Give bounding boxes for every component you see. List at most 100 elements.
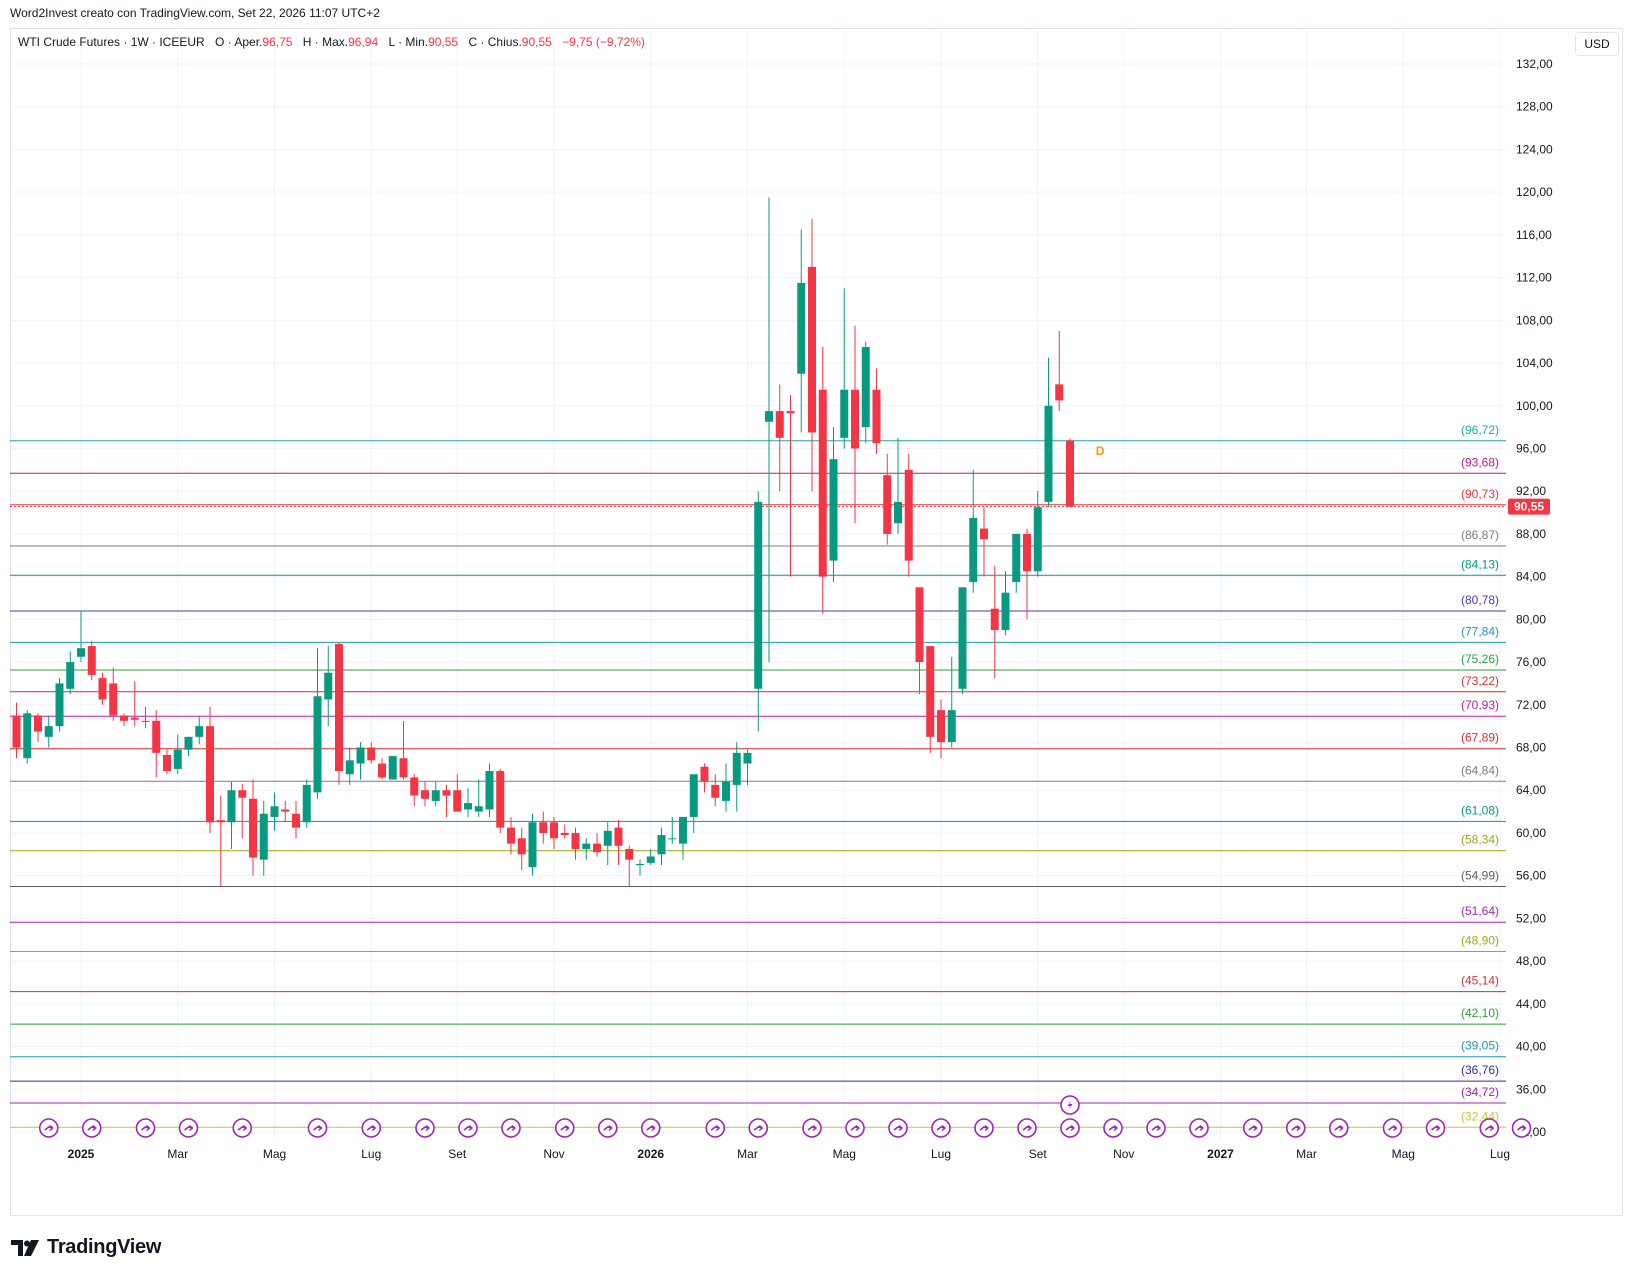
price-axis-label: 100,00 — [1516, 399, 1553, 413]
event-marker-icon[interactable] — [845, 1118, 865, 1138]
level-label: (80,78) — [1461, 593, 1499, 607]
price-axis-label: 104,00 — [1516, 356, 1553, 370]
event-marker-icon[interactable] — [1017, 1118, 1037, 1138]
event-marker-icon[interactable] — [1060, 1118, 1080, 1138]
tradingview-logo[interactable]: TradingView — [11, 1236, 161, 1259]
event-marker-icon[interactable] — [1479, 1118, 1500, 1138]
event-marker-icon[interactable] — [135, 1118, 156, 1138]
event-marker-icon[interactable] — [1146, 1118, 1166, 1138]
event-marker-icon[interactable] — [415, 1118, 435, 1138]
candle-body — [990, 608, 999, 631]
currency-button[interactable]: USD — [1575, 32, 1619, 56]
legend-change: −9,75 (−9,72%) — [562, 35, 645, 49]
event-marker-icon[interactable] — [705, 1118, 726, 1138]
legend-open-value: 96,75 — [262, 35, 293, 49]
event-marker-icon[interactable] — [931, 1118, 951, 1138]
lightning-event-icon[interactable] — [1060, 1095, 1080, 1115]
candle-body — [786, 411, 795, 414]
candle-body — [603, 830, 612, 846]
event-marker-icon[interactable] — [1285, 1118, 1306, 1138]
candlestick-chart[interactable]: (96,72) (93,68) (90,73) (86,87) (84,13) (80,7… — [0, 0, 1633, 1276]
candle-body — [238, 790, 247, 798]
candle-body — [829, 459, 838, 561]
time-axis-label: Mag — [263, 1147, 286, 1161]
candle-body — [206, 726, 214, 823]
candle-body — [66, 662, 75, 689]
candle-body — [227, 790, 236, 823]
event-marker-icon[interactable] — [554, 1118, 575, 1138]
candle-body — [324, 672, 333, 700]
price-axis-label: 112,00 — [1516, 271, 1552, 285]
time-axis-label: 2026 — [637, 1147, 664, 1161]
candle-body — [797, 282, 806, 374]
event-marker-icon[interactable] — [888, 1118, 908, 1138]
event-marker-icon[interactable] — [597, 1118, 618, 1138]
event-marker-icon[interactable] — [81, 1118, 102, 1138]
time-axis-label: Mar — [167, 1147, 188, 1161]
event-marker-icon[interactable] — [458, 1118, 478, 1138]
event-marker-icon[interactable] — [1425, 1118, 1446, 1138]
event-marker-icon[interactable] — [361, 1118, 382, 1138]
candle-body — [1001, 592, 1010, 631]
time-axis-label: 2027 — [1207, 1147, 1234, 1161]
event-marker-icon[interactable] — [178, 1118, 199, 1138]
candle-body — [528, 822, 537, 868]
candle-body — [969, 517, 978, 582]
price-axis-label: 76,00 — [1516, 655, 1546, 669]
event-marker-icon[interactable] — [1511, 1118, 1532, 1138]
event-marker-icon[interactable] — [1242, 1118, 1263, 1138]
candle-body — [292, 813, 300, 828]
candle-body — [743, 752, 752, 764]
event-marker-icon[interactable] — [501, 1118, 521, 1138]
candle-body — [281, 809, 290, 812]
candle-body — [840, 389, 849, 438]
level-label: (93,68) — [1461, 455, 1499, 469]
event-marker-icon[interactable] — [748, 1118, 769, 1138]
legend-high-label: H · Max. — [302, 35, 349, 49]
candle-body — [754, 501, 763, 689]
candle-body — [12, 715, 21, 748]
time-axis-label: Nov — [543, 1147, 564, 1161]
candle-body — [894, 501, 902, 524]
candle-body — [571, 832, 580, 849]
candle-body — [947, 710, 956, 743]
legend-close-value: 90,55 — [521, 35, 552, 49]
event-marker-icon[interactable] — [38, 1118, 59, 1138]
level-label: (42,10) — [1461, 1006, 1499, 1020]
candle-body — [1044, 405, 1053, 502]
candle-body — [1066, 440, 1074, 507]
candle-body — [1055, 384, 1064, 401]
time-axis-label: Mar — [1296, 1147, 1317, 1161]
event-marker-icon[interactable] — [802, 1118, 822, 1138]
time-axis-label: Mag — [1392, 1147, 1415, 1161]
candle-body — [399, 758, 408, 778]
event-marker-icon[interactable] — [1103, 1118, 1123, 1138]
event-marker-icon[interactable] — [1328, 1118, 1349, 1138]
candle-body — [130, 717, 139, 720]
price-axis-label: 124,00 — [1516, 142, 1553, 156]
price-axis-label: 56,00 — [1516, 869, 1546, 883]
price-axis-label: 88,00 — [1516, 527, 1546, 541]
symbol-legend: WTI Crude Futures · 1W · ICEEUR O · Aper… — [18, 35, 645, 49]
candle-body — [109, 683, 118, 716]
candle-body — [700, 766, 709, 782]
candle-body — [926, 646, 935, 737]
level-label: (64,84) — [1461, 763, 1499, 777]
candle-body — [173, 749, 182, 769]
price-axis: 32,0036,0040,0044,0048,0052,0056,0060,00… — [1508, 57, 1553, 1139]
event-marker-icon[interactable] — [640, 1118, 661, 1138]
event-marker-icon[interactable] — [1189, 1118, 1209, 1138]
candle-body — [980, 528, 988, 540]
candle-body — [249, 798, 257, 858]
time-axis-label: Lug — [1490, 1147, 1510, 1161]
candle-body — [421, 790, 429, 799]
price-axis-label: 68,00 — [1516, 741, 1546, 755]
event-marker-icon[interactable] — [232, 1118, 253, 1138]
event-marker-icon[interactable] — [307, 1118, 328, 1138]
candle-body — [593, 843, 601, 853]
event-marker-icon[interactable] — [1382, 1118, 1403, 1138]
price-axis-label: 96,00 — [1516, 441, 1546, 455]
price-axis-label: 72,00 — [1516, 698, 1546, 712]
price-axis-label: 92,00 — [1516, 484, 1546, 498]
event-marker-icon[interactable] — [974, 1118, 994, 1138]
